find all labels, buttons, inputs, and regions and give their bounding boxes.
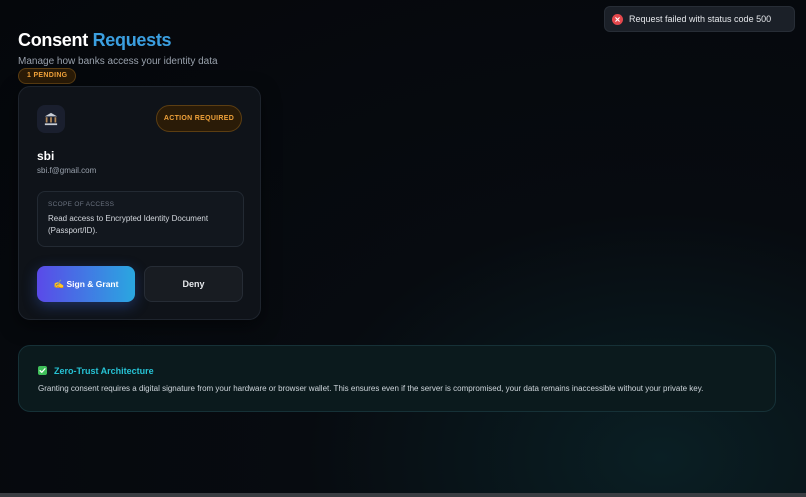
page-title: Consent Requests — [18, 30, 172, 51]
zero-trust-title: Zero-Trust Architecture — [54, 366, 154, 376]
bottom-scrollbar[interactable] — [0, 493, 806, 497]
bank-email: sbi.f@gmail.com — [37, 166, 97, 175]
error-toast-message: Request failed with status code 500 — [629, 14, 772, 24]
consent-request-card: ACTION REQUIRED sbi sbi.f@gmail.com SCOP… — [18, 86, 261, 320]
page-title-part2: Requests — [92, 30, 172, 50]
page-title-part1: Consent — [18, 30, 88, 50]
scope-of-access-box: SCOPE OF ACCESS Read access to Encrypted… — [37, 191, 244, 247]
error-icon — [612, 13, 623, 25]
consent-requests-page: Consent Requests Manage how banks access… — [0, 0, 806, 497]
pending-count-badge: 1 PENDING — [18, 68, 77, 84]
check-icon — [38, 366, 47, 375]
deny-button[interactable]: Deny — [144, 266, 243, 302]
bank-name: sbi — [37, 149, 55, 163]
zero-trust-text: Granting consent requires a digital sign… — [38, 384, 704, 393]
error-toast[interactable]: Request failed with status code 500 — [604, 6, 795, 32]
scope-label: SCOPE OF ACCESS — [48, 201, 115, 208]
zero-trust-info-panel: Zero-Trust Architecture Granting consent… — [18, 345, 776, 412]
bank-icon — [37, 105, 65, 133]
sign-and-grant-button[interactable]: ✍️ Sign & Grant — [37, 266, 135, 302]
page-subtitle: Manage how banks access your identity da… — [18, 56, 218, 67]
action-required-badge: ACTION REQUIRED — [156, 105, 242, 132]
scope-text: Read access to Encrypted Identity Docume… — [48, 214, 209, 235]
